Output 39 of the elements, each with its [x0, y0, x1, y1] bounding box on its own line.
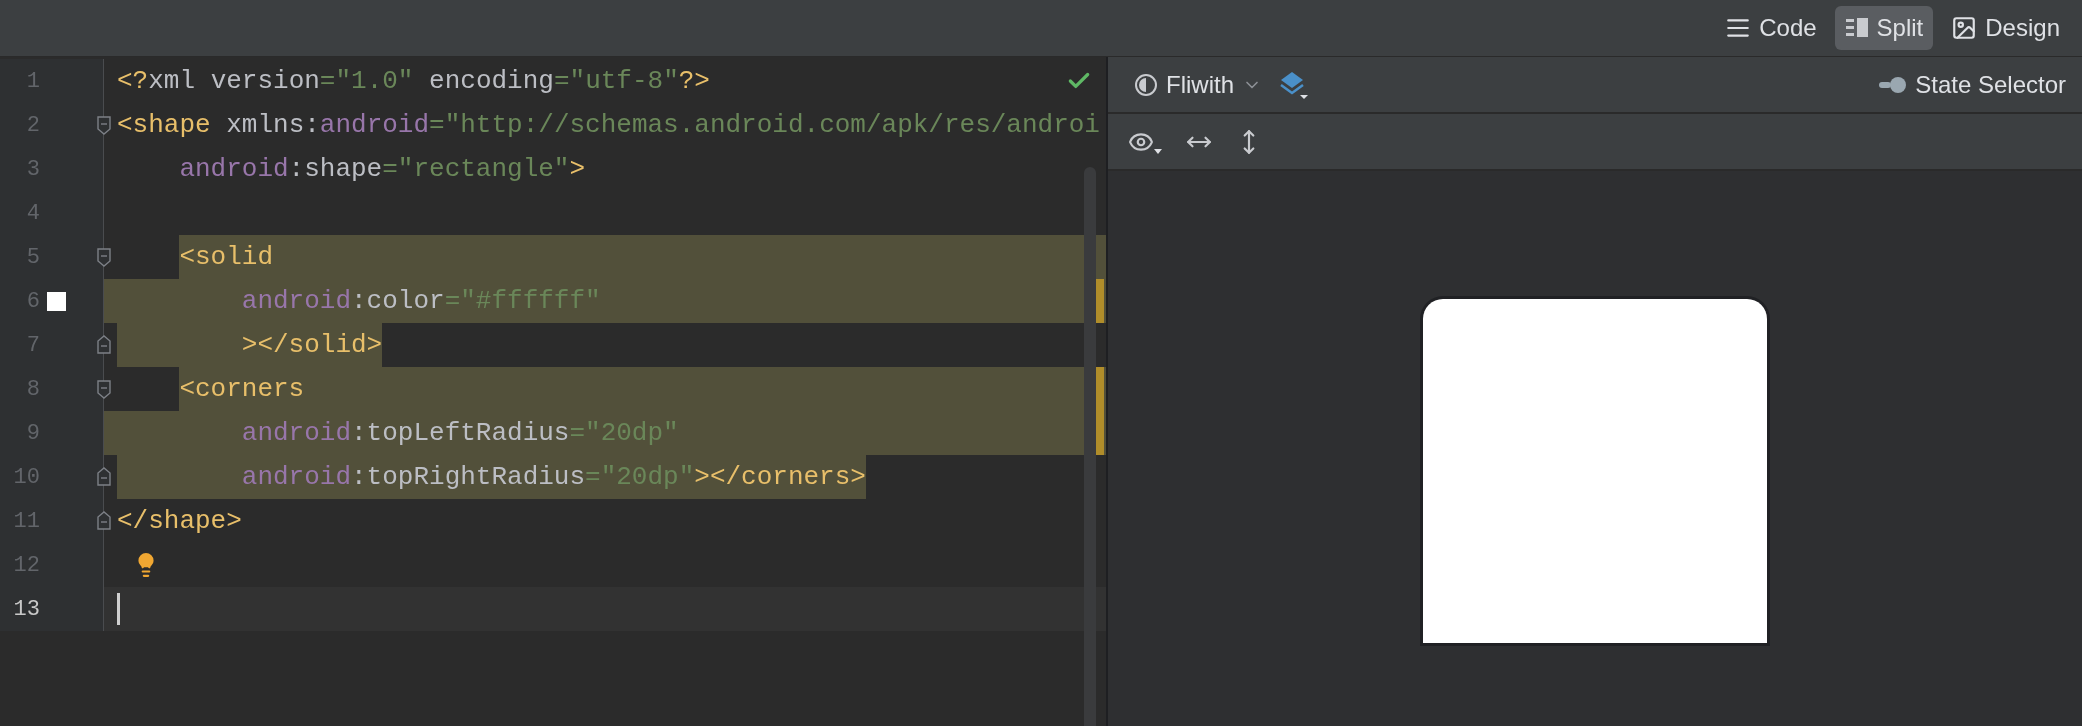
fold-icon[interactable] [95, 377, 113, 401]
line-number: 12 [12, 552, 40, 578]
line-number: 13 [12, 596, 40, 622]
fold-icon[interactable] [95, 113, 113, 137]
view-mode-tab[interactable]: Split [1834, 6, 1934, 50]
fold-end-icon[interactable] [95, 465, 113, 489]
fold-icon[interactable] [95, 245, 113, 269]
code-line: <corners [179, 374, 305, 404]
line-number: 8 [25, 376, 40, 402]
image-icon [1951, 15, 1978, 41]
scrollbar[interactable] [1084, 167, 1096, 726]
line-number: 9 [25, 420, 40, 446]
line-number: 7 [25, 332, 40, 358]
code-line: <?xml version="1.0" encoding="utf-8"?> [117, 66, 710, 96]
line-number: 10 [12, 464, 40, 490]
state-selector-button[interactable]: State Selector [1877, 68, 2068, 101]
line-number: 2 [25, 112, 40, 138]
code-line: android:shape="rectangle"> [179, 154, 586, 184]
code-line: <shape xmlns:android="http://schemas.android.com/apk/res/androi [117, 110, 1100, 140]
code-line: <solid [179, 242, 273, 272]
line-number: 1 [25, 68, 40, 94]
contrast-icon [1134, 72, 1158, 97]
line-number: 11 [12, 508, 40, 534]
view-mode-tab[interactable]: Code [1715, 6, 1827, 50]
line-number: 3 [25, 156, 40, 182]
line-number: 6 [25, 288, 40, 314]
toggle-icon [1879, 75, 1908, 94]
fold-end-icon[interactable] [95, 333, 113, 357]
line-number: 4 [25, 200, 40, 226]
theme-dropdown[interactable]: Fliwith [1132, 68, 1264, 101]
code-line: ></solid> [241, 330, 383, 360]
dropdown-arrow-icon [1154, 148, 1162, 155]
fold-end-icon[interactable] [95, 509, 113, 533]
split-view-icon [1844, 16, 1869, 40]
view-mode-tab[interactable]: Design [1941, 6, 2070, 50]
code-line: </shape> [117, 506, 242, 536]
text-cursor [117, 593, 120, 625]
color-swatch[interactable] [47, 292, 66, 311]
line-number: 5 [25, 244, 40, 270]
